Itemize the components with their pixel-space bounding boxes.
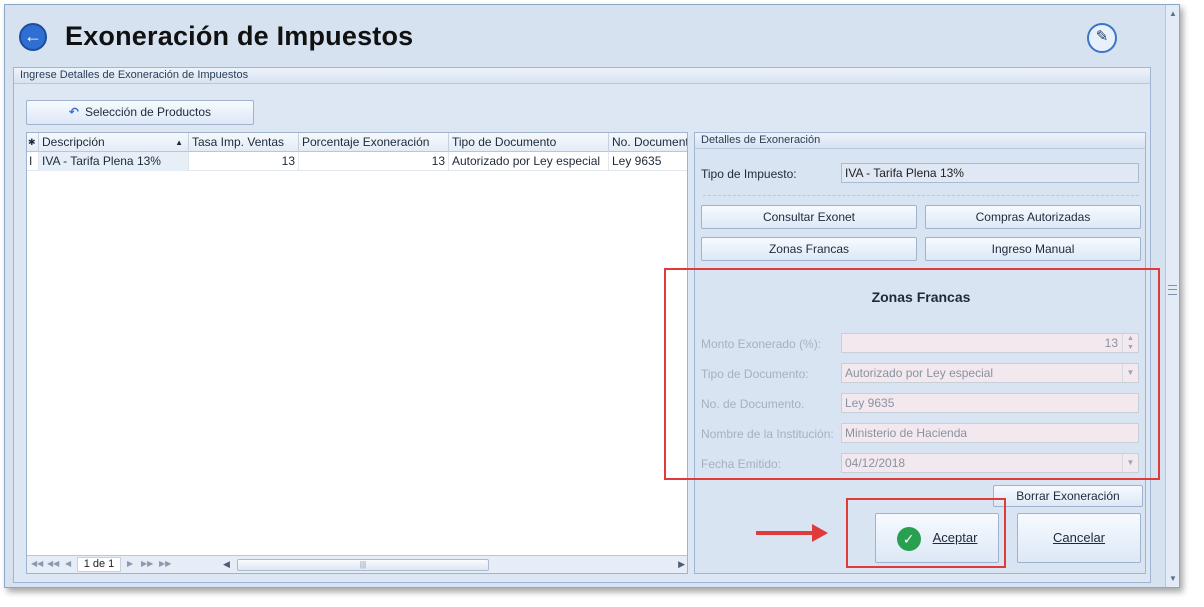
back-arrow-icon[interactable]: ← [19,23,47,51]
new-row-marker: ✱ [27,133,39,152]
table-row[interactable]: I IVA - Tarifa Plena 13% 13 13 Autorizad… [27,152,687,171]
tax-type-label: Tipo de Impuesto: [701,167,797,181]
select-products-button[interactable]: ↶ Selección de Productos [26,100,254,125]
scroll-grip[interactable] [1168,285,1177,295]
undo-arrow-icon: ↶ [68,105,79,119]
edit-icon[interactable]: ✎ [1087,23,1117,53]
scroll-left-icon[interactable]: ◀ [223,559,230,570]
group-title: Ingrese Detalles de Exoneración de Impue… [14,68,1150,84]
compras-autorizadas-button[interactable]: Compras Autorizadas [925,205,1141,229]
products-grid[interactable]: ✱ Descripción ▲ Tasa Imp. Ventas Porcent… [26,132,688,574]
scroll-up-icon[interactable]: ▲ [1169,9,1177,18]
cancelar-label: Cancelar [1052,530,1106,545]
highlight-aceptar [846,498,1006,568]
borrar-exoneracion-button[interactable]: Borrar Exoneración [993,485,1143,507]
divider [703,195,1139,196]
cancelar-button[interactable]: Cancelar [1017,513,1141,563]
grid-header: ✱ Descripción ▲ Tasa Imp. Ventas Porcent… [27,133,687,152]
details-title: Detalles de Exoneración [695,133,1145,149]
next-page-icon[interactable]: ▶ [127,559,133,568]
select-products-label: Selección de Productos [84,105,212,119]
cell-tipo-documento[interactable]: Autorizado por Ley especial [449,152,609,171]
prev-block-icon[interactable]: ◀◀ [47,559,59,568]
consultar-exonet-button[interactable]: Consultar Exonet [701,205,917,229]
horizontal-scrollbar[interactable]: ◀ ||| ▶ [223,559,685,571]
next-block-icon[interactable]: ▶▶ [141,559,153,568]
sort-ascending-icon: ▲ [175,138,183,147]
highlight-zonas-francas [664,268,1160,480]
prev-page-icon[interactable]: ◀ [65,559,71,568]
scroll-right-icon[interactable]: ▶ [678,559,685,570]
cell-porcentaje[interactable]: 13 [299,152,449,171]
row-indicator: I [27,152,39,171]
cell-descripcion[interactable]: IVA - Tarifa Plena 13% [39,152,189,171]
scroll-down-icon[interactable]: ▼ [1169,574,1177,583]
col-header-no-documento[interactable]: No. Document [609,133,687,152]
col-header-tasa[interactable]: Tasa Imp. Ventas [189,133,299,152]
cell-no-documento[interactable]: Ley 9635 [609,152,687,171]
scroll-thumb[interactable]: ||| [237,559,489,571]
last-page-icon[interactable]: ▶▶ [159,559,171,568]
zonas-francas-button[interactable]: Zonas Francas [701,237,917,261]
vertical-scrollbar[interactable]: ▲ ▼ [1165,5,1179,587]
col-header-tipo-documento[interactable]: Tipo de Documento [449,133,609,152]
col-header-descripcion-label: Descripción [42,135,105,149]
col-header-porcentaje[interactable]: Porcentaje Exoneración [299,133,449,152]
cell-tasa[interactable]: 13 [189,152,299,171]
page-title: Exoneración de Impuestos [65,21,414,51]
pointer-arrow-line [756,531,814,535]
tax-type-field: IVA - Tarifa Plena 13% [841,163,1139,183]
first-page-icon[interactable]: ◀◀ [31,559,43,568]
pointer-arrow-head-icon [812,524,828,542]
col-header-descripcion[interactable]: Descripción ▲ [39,133,189,152]
page-indicator[interactable]: 1 de 1 [77,557,121,572]
grid-footer: ◀◀ ◀◀ ◀ 1 de 1 ▶ ▶▶ ▶▶ ◀ ||| ▶ [27,555,687,573]
ingreso-manual-button[interactable]: Ingreso Manual [925,237,1141,261]
